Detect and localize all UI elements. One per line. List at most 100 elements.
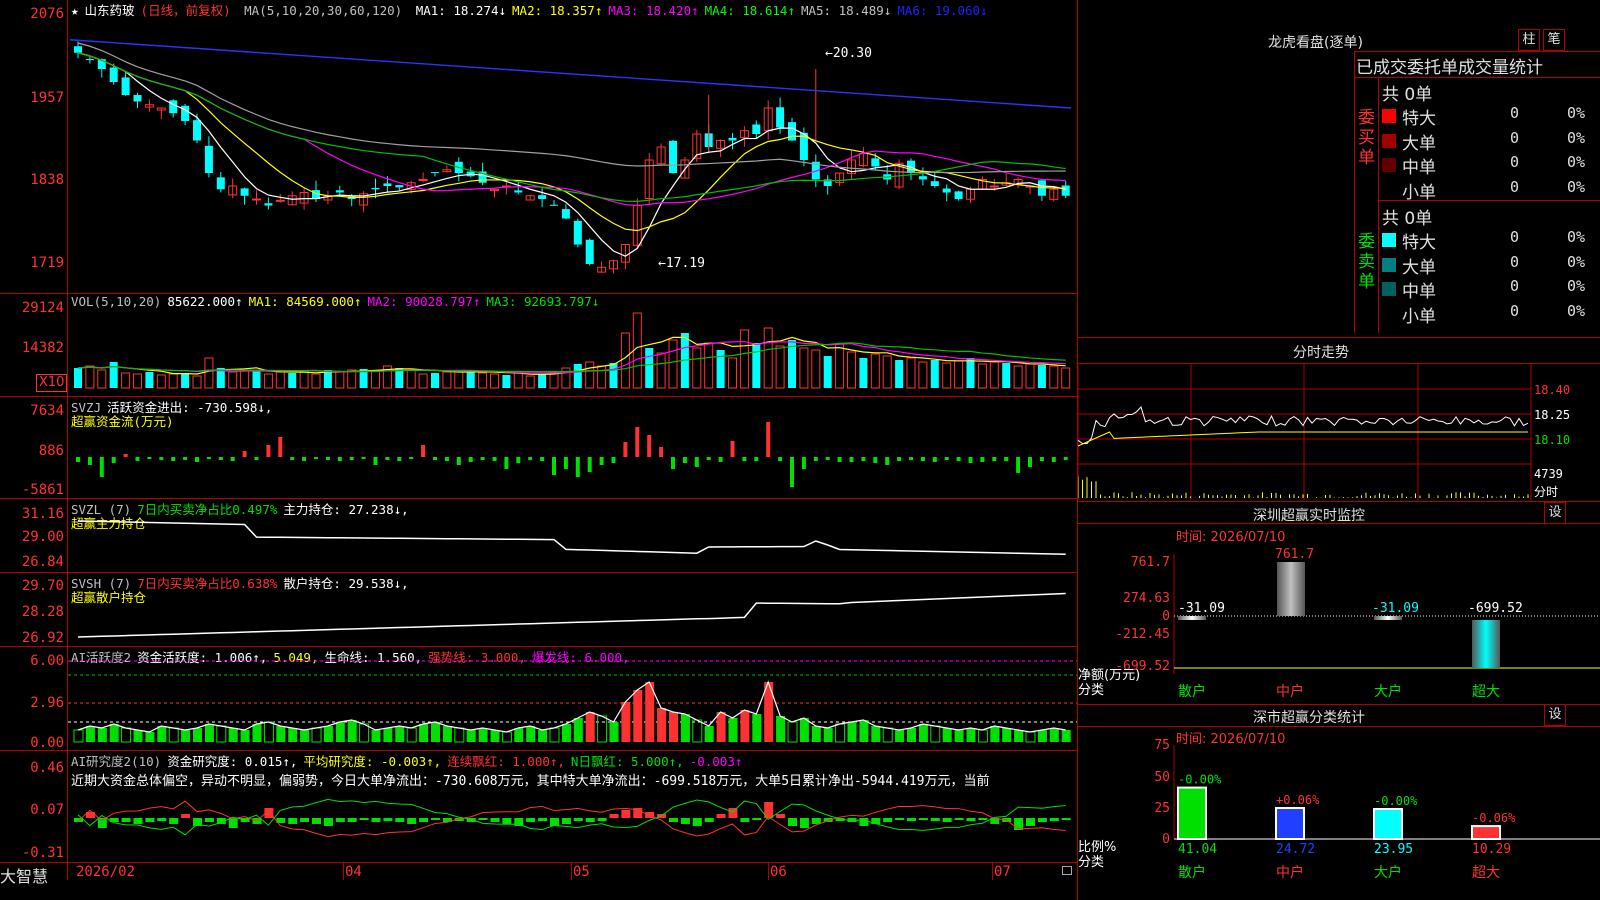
volume-bar [192, 375, 202, 389]
lhb-divider [1354, 51, 1600, 52]
class-change-label: -0.00% [1178, 773, 1222, 787]
vol-ma5 [77, 336, 1066, 376]
research-bar [561, 818, 571, 824]
research-bar [859, 818, 869, 826]
order-count: 0 [1510, 301, 1520, 320]
fund-flow-bar [932, 457, 937, 462]
volume-bar [1002, 363, 1011, 388]
monitor-settings-button[interactable]: 设 [1544, 502, 1566, 524]
lhb-left-border [1354, 51, 1355, 333]
volume-bar [609, 363, 618, 388]
research-bar [585, 818, 595, 822]
activity-bar [549, 727, 560, 743]
candle-body [252, 198, 261, 201]
activity-bar [752, 714, 762, 742]
candle-body [121, 77, 130, 95]
fund-flow-bar [218, 457, 223, 460]
research-bar [133, 818, 143, 824]
class-value-label: 10.29 [1472, 842, 1511, 857]
ai-research-chart[interactable] [68, 751, 1077, 862]
volume-bar [620, 332, 630, 389]
activity-bar [85, 726, 95, 742]
monitor-category-label: 中户 [1276, 683, 1304, 700]
ai-research-axis-label: 0.46 [30, 760, 64, 776]
volume-bar [692, 347, 702, 389]
activity-bar [573, 718, 583, 742]
fund-flow-bar [76, 457, 80, 462]
retail-holding-line [77, 592, 1066, 638]
fund-flow-bar [730, 441, 735, 457]
monitor-axis-label: -212.45 [1115, 627, 1170, 642]
research-bar [169, 818, 179, 824]
fund-flow-bar [563, 457, 568, 469]
fund-flow-bar [682, 457, 687, 463]
ai-active-axis-label: 0.00 [30, 735, 64, 751]
class-settings-button[interactable]: 设 [1544, 704, 1566, 726]
class-axis-label: 75 [1154, 738, 1170, 753]
volume-chart[interactable] [68, 294, 1077, 396]
research-red-line [77, 800, 1066, 838]
class-title: 深市超赢分类统计 [1253, 710, 1365, 726]
tick-view-button[interactable]: 笔 [1543, 29, 1565, 51]
lock-icon[interactable] [1062, 866, 1072, 875]
activity-bar [466, 730, 476, 742]
class-bar [1373, 807, 1403, 840]
svzj-chart[interactable] [68, 397, 1077, 498]
volume-bar [918, 361, 928, 389]
candle-body [395, 185, 404, 188]
intraday-axis-label: 分时 [1534, 485, 1559, 499]
candlestick-chart[interactable] [68, 0, 1077, 293]
fund-flow-bar [325, 457, 330, 460]
svzl-chart[interactable] [68, 499, 1077, 572]
separator-date-axis [0, 862, 1077, 863]
svzl-axis-label: 31.16 [21, 506, 64, 522]
class-axis-label: 50 [1154, 770, 1170, 785]
research-bar [966, 818, 976, 821]
volume-bar [252, 371, 261, 388]
svsh-chart[interactable] [68, 573, 1077, 646]
research-bar [942, 818, 952, 822]
activity-bar [704, 726, 714, 742]
fund-flow-bar [575, 457, 580, 477]
ai-active-chart[interactable] [68, 647, 1077, 750]
research-bar [312, 818, 321, 824]
fund-flow-bar [718, 457, 723, 462]
activity-bar [538, 730, 548, 742]
volume-bar [431, 373, 439, 388]
intraday-chart[interactable] [1078, 364, 1600, 500]
monitor-axis-label: 761.7 [1131, 555, 1170, 570]
volume-bar [311, 373, 321, 389]
fund-flow-bar [659, 447, 664, 457]
activity-bar [193, 728, 202, 742]
fund-flow-bar [1004, 457, 1009, 461]
volume-bar [454, 370, 464, 389]
class-chart[interactable]: 75 50 25 0 -0.00% 41.04 +0.06% 24.72 -0.00% 23.95… [1078, 727, 1600, 900]
fund-flow-bar [885, 457, 890, 465]
candle-body [573, 220, 582, 245]
volume-bar [847, 351, 856, 389]
candle-body [561, 209, 570, 219]
volume-bar [418, 373, 428, 389]
research-bar [788, 818, 797, 826]
volume-bar [74, 368, 82, 388]
volume-bar [406, 369, 416, 389]
monitor-chart[interactable]: 761.7 274.63 0 -212.45 -699.52 -31.09 761.7 -31… [1078, 524, 1600, 704]
activity-bar [621, 702, 631, 742]
order-stats-tabs[interactable]: 已成交委托单成交量统计 [1356, 53, 1543, 78]
activity-bar [799, 718, 809, 742]
monitor-axis-label: 0 [1162, 609, 1170, 624]
chart-area[interactable]: ★ 山东药玻 (日线，前复权) MA(5,10,20,30,60,120) MA1:… [0, 0, 1078, 900]
bar-view-button[interactable]: 柱 [1518, 29, 1540, 51]
fund-flow-bar [813, 457, 818, 461]
fund-flow-bar [290, 457, 295, 460]
activity-bar [335, 722, 345, 742]
candle-body [431, 172, 439, 174]
candle-body [776, 107, 785, 128]
fund-flow-bar [861, 457, 866, 461]
activity-bar [300, 730, 310, 742]
research-bar [478, 818, 488, 820]
volume-bar [752, 343, 761, 388]
volume-bar [966, 358, 975, 388]
vol-axis-label: 14382 [21, 340, 64, 356]
activity-bar [740, 710, 750, 742]
